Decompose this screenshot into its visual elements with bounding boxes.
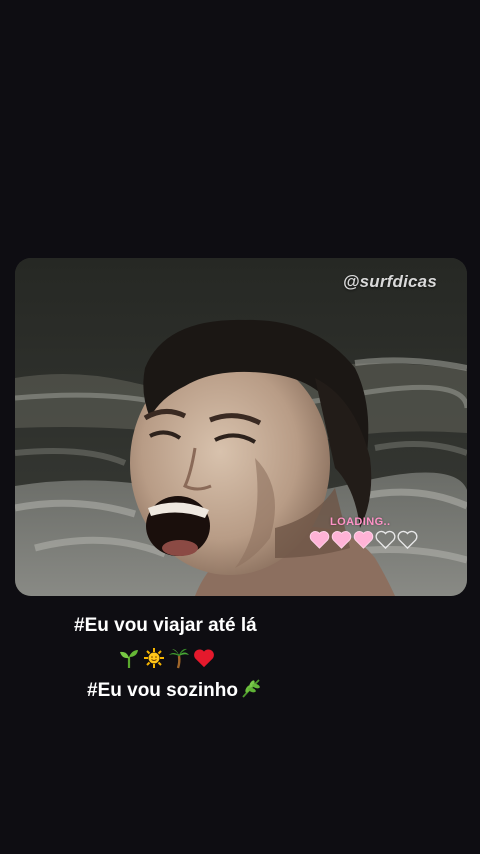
seedling-icon (118, 647, 140, 675)
loading-sticker: LOADING.. (309, 516, 418, 549)
heart-filled-icon (331, 531, 352, 549)
palm-tree-icon (168, 647, 190, 675)
sun-icon (143, 647, 165, 675)
heart-empty-icon (397, 530, 418, 549)
heart-filled-icon (309, 531, 330, 549)
loading-label: LOADING.. (330, 516, 391, 528)
heart-filled-icon (353, 531, 374, 549)
loading-hearts (309, 530, 418, 549)
caption-line-2-text: #Eu vou sozinho (87, 680, 238, 701)
red-heart-icon (193, 647, 215, 675)
video-frame[interactable]: @surfdicas LOADING.. (15, 258, 467, 596)
caption-emoji-row (118, 647, 215, 675)
herb-icon (240, 677, 262, 705)
caption-line-2: #Eu vou sozinho (87, 677, 262, 705)
watermark-handle: @surfdicas (342, 272, 437, 291)
heart-empty-icon (375, 530, 396, 549)
caption-line-1: #Eu vou viajar até lá (74, 615, 257, 636)
